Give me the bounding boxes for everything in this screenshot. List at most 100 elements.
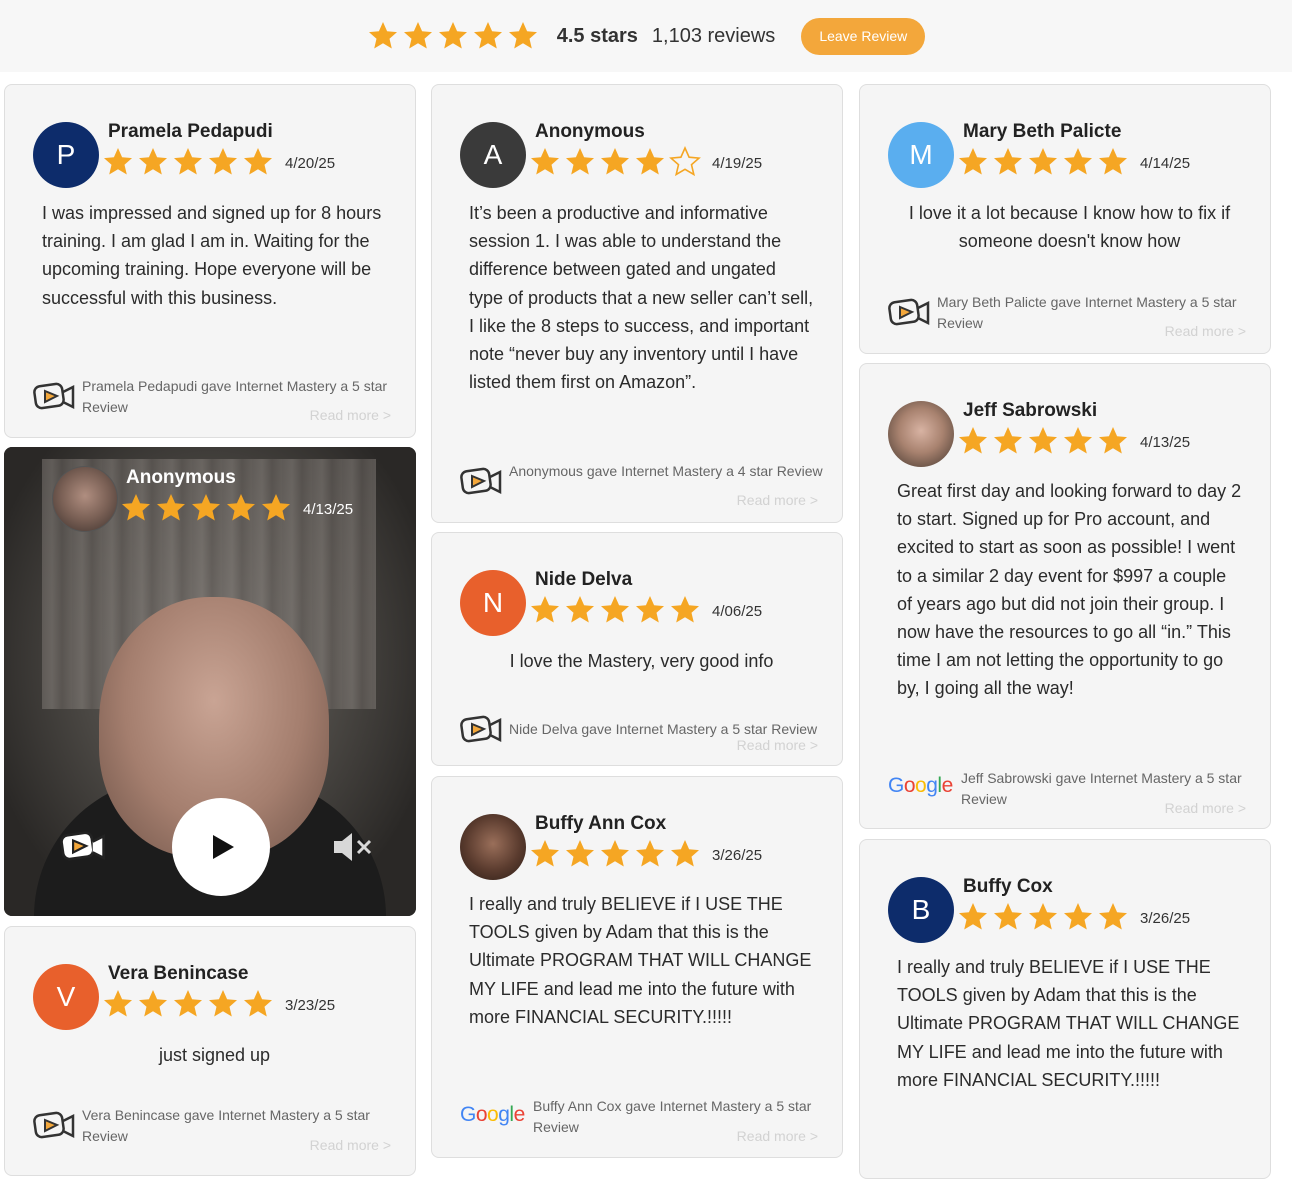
star-icon [1099, 903, 1127, 930]
read-more-link[interactable]: Read more > [310, 1137, 391, 1153]
avatar: B [888, 877, 954, 943]
star-icon [368, 22, 397, 49]
review-text: I was impressed and signed up for 8 hour… [42, 203, 382, 308]
star-icon [1029, 427, 1057, 454]
star-outline-icon [669, 146, 701, 177]
reviewer-name: Nide Delva [535, 569, 633, 590]
star-icon [244, 148, 272, 175]
reviewer-name: Pramela Pedapudi [108, 121, 273, 142]
review-date: 4/19/25 [712, 155, 763, 172]
star-icon [994, 148, 1022, 175]
review-date: 3/26/25 [1140, 910, 1191, 927]
review-text: Great first day and looking forward to d… [897, 481, 1242, 699]
mute-icon[interactable] [330, 829, 374, 865]
review-text: It’s been a productive and informative s… [469, 203, 814, 393]
read-more-link[interactable]: Read more > [1165, 800, 1246, 816]
star-icon [566, 596, 594, 623]
review-source: Anonymous gave Internet Mastery a 4 star… [509, 463, 823, 479]
star-icon [1064, 427, 1092, 454]
star-icon [671, 596, 699, 623]
star-icon [262, 494, 290, 521]
rating-summary-bar: 4.5 stars 1,103 reviews Leave Review [0, 0, 1292, 72]
star-icon [636, 148, 664, 175]
rating-stars [529, 594, 701, 626]
star-icon [994, 427, 1022, 454]
leave-review-button[interactable]: Leave Review [801, 17, 926, 55]
star-icon [139, 148, 167, 175]
review-card: Jeff Sabrowski 4/13/25 Great first day a… [859, 363, 1271, 829]
star-icon [139, 990, 167, 1017]
google-logo: Google [460, 1103, 525, 1126]
reviewer-name: Buffy Cox [963, 876, 1053, 897]
video-review-card[interactable]: Anonymous 4/13/25 [4, 447, 416, 916]
star-icon [227, 494, 255, 521]
reviewer-name: Anonymous [126, 467, 236, 488]
summary-stars [367, 20, 539, 52]
read-more-link[interactable]: Read more > [737, 492, 818, 508]
star-icon [636, 596, 664, 623]
video-review-icon [33, 1109, 77, 1143]
review-text: I love it a lot because I know how to fi… [908, 203, 1231, 252]
star-icon [403, 22, 432, 49]
star-icon [959, 903, 987, 930]
avatar: P [33, 122, 99, 188]
rating-stars [102, 146, 274, 178]
video-review-icon [460, 713, 504, 747]
rating-stars [957, 901, 1129, 933]
star-icon [508, 22, 537, 49]
reviewer-name: Vera Benincase [108, 963, 249, 984]
star-icon [473, 22, 502, 49]
star-icon [566, 148, 594, 175]
star-icon [1064, 903, 1092, 930]
read-more-link[interactable]: Read more > [737, 737, 818, 753]
read-more-link[interactable]: Read more > [737, 1128, 818, 1144]
avatar: V [33, 964, 99, 1030]
reviewer-name: Buffy Ann Cox [535, 813, 667, 834]
star-icon [636, 840, 664, 867]
review-card: A Anonymous 4/19/25 It’s been a producti… [431, 84, 843, 523]
rating-stars [957, 146, 1129, 178]
review-date: 4/13/25 [303, 501, 354, 518]
reviewer-name: Mary Beth Palicte [963, 121, 1122, 142]
video-review-icon [33, 380, 77, 414]
review-card: P Pramela Pedapudi 4/20/25 I was impress… [4, 84, 416, 438]
review-card: Buffy Ann Cox 3/26/25 I really and truly… [431, 776, 843, 1158]
video-review-icon [60, 828, 108, 866]
rating-stars [529, 146, 701, 178]
star-icon [1099, 427, 1127, 454]
video-review-icon [460, 465, 504, 499]
rating-stars [120, 492, 292, 524]
review-text: I really and truly BELIEVE if I USE THE … [469, 894, 812, 1027]
review-date: 4/14/25 [1140, 155, 1191, 172]
review-text: I really and truly BELIEVE if I USE THE … [897, 957, 1240, 1090]
avatar [460, 814, 526, 880]
review-date: 4/13/25 [1140, 434, 1191, 451]
review-card: M Mary Beth Palicte 4/14/25 I love it a … [859, 84, 1271, 354]
avatar: A [460, 122, 526, 188]
review-date: 4/20/25 [285, 155, 336, 172]
reviewer-name: Jeff Sabrowski [963, 400, 1098, 421]
star-icon [104, 990, 132, 1017]
star-icon [994, 903, 1022, 930]
star-icon [566, 840, 594, 867]
star-icon [959, 148, 987, 175]
star-icon [122, 494, 150, 521]
avatar [52, 466, 118, 532]
star-icon [531, 596, 559, 623]
star-icon [174, 990, 202, 1017]
avatar [888, 401, 954, 467]
star-icon [192, 494, 220, 521]
star-icon [601, 840, 629, 867]
star-icon [1029, 148, 1057, 175]
play-button[interactable] [172, 798, 270, 896]
read-more-link[interactable]: Read more > [1165, 323, 1246, 339]
video-review-icon [888, 296, 932, 330]
read-more-link[interactable]: Read more > [310, 407, 391, 423]
rating-stars [957, 425, 1129, 457]
star-icon [671, 840, 699, 867]
review-date: 3/23/25 [285, 997, 336, 1014]
star-icon [1064, 148, 1092, 175]
review-card: B Buffy Cox 3/26/25 I really and truly B… [859, 839, 1271, 1179]
star-icon [438, 22, 467, 49]
star-icon [531, 840, 559, 867]
